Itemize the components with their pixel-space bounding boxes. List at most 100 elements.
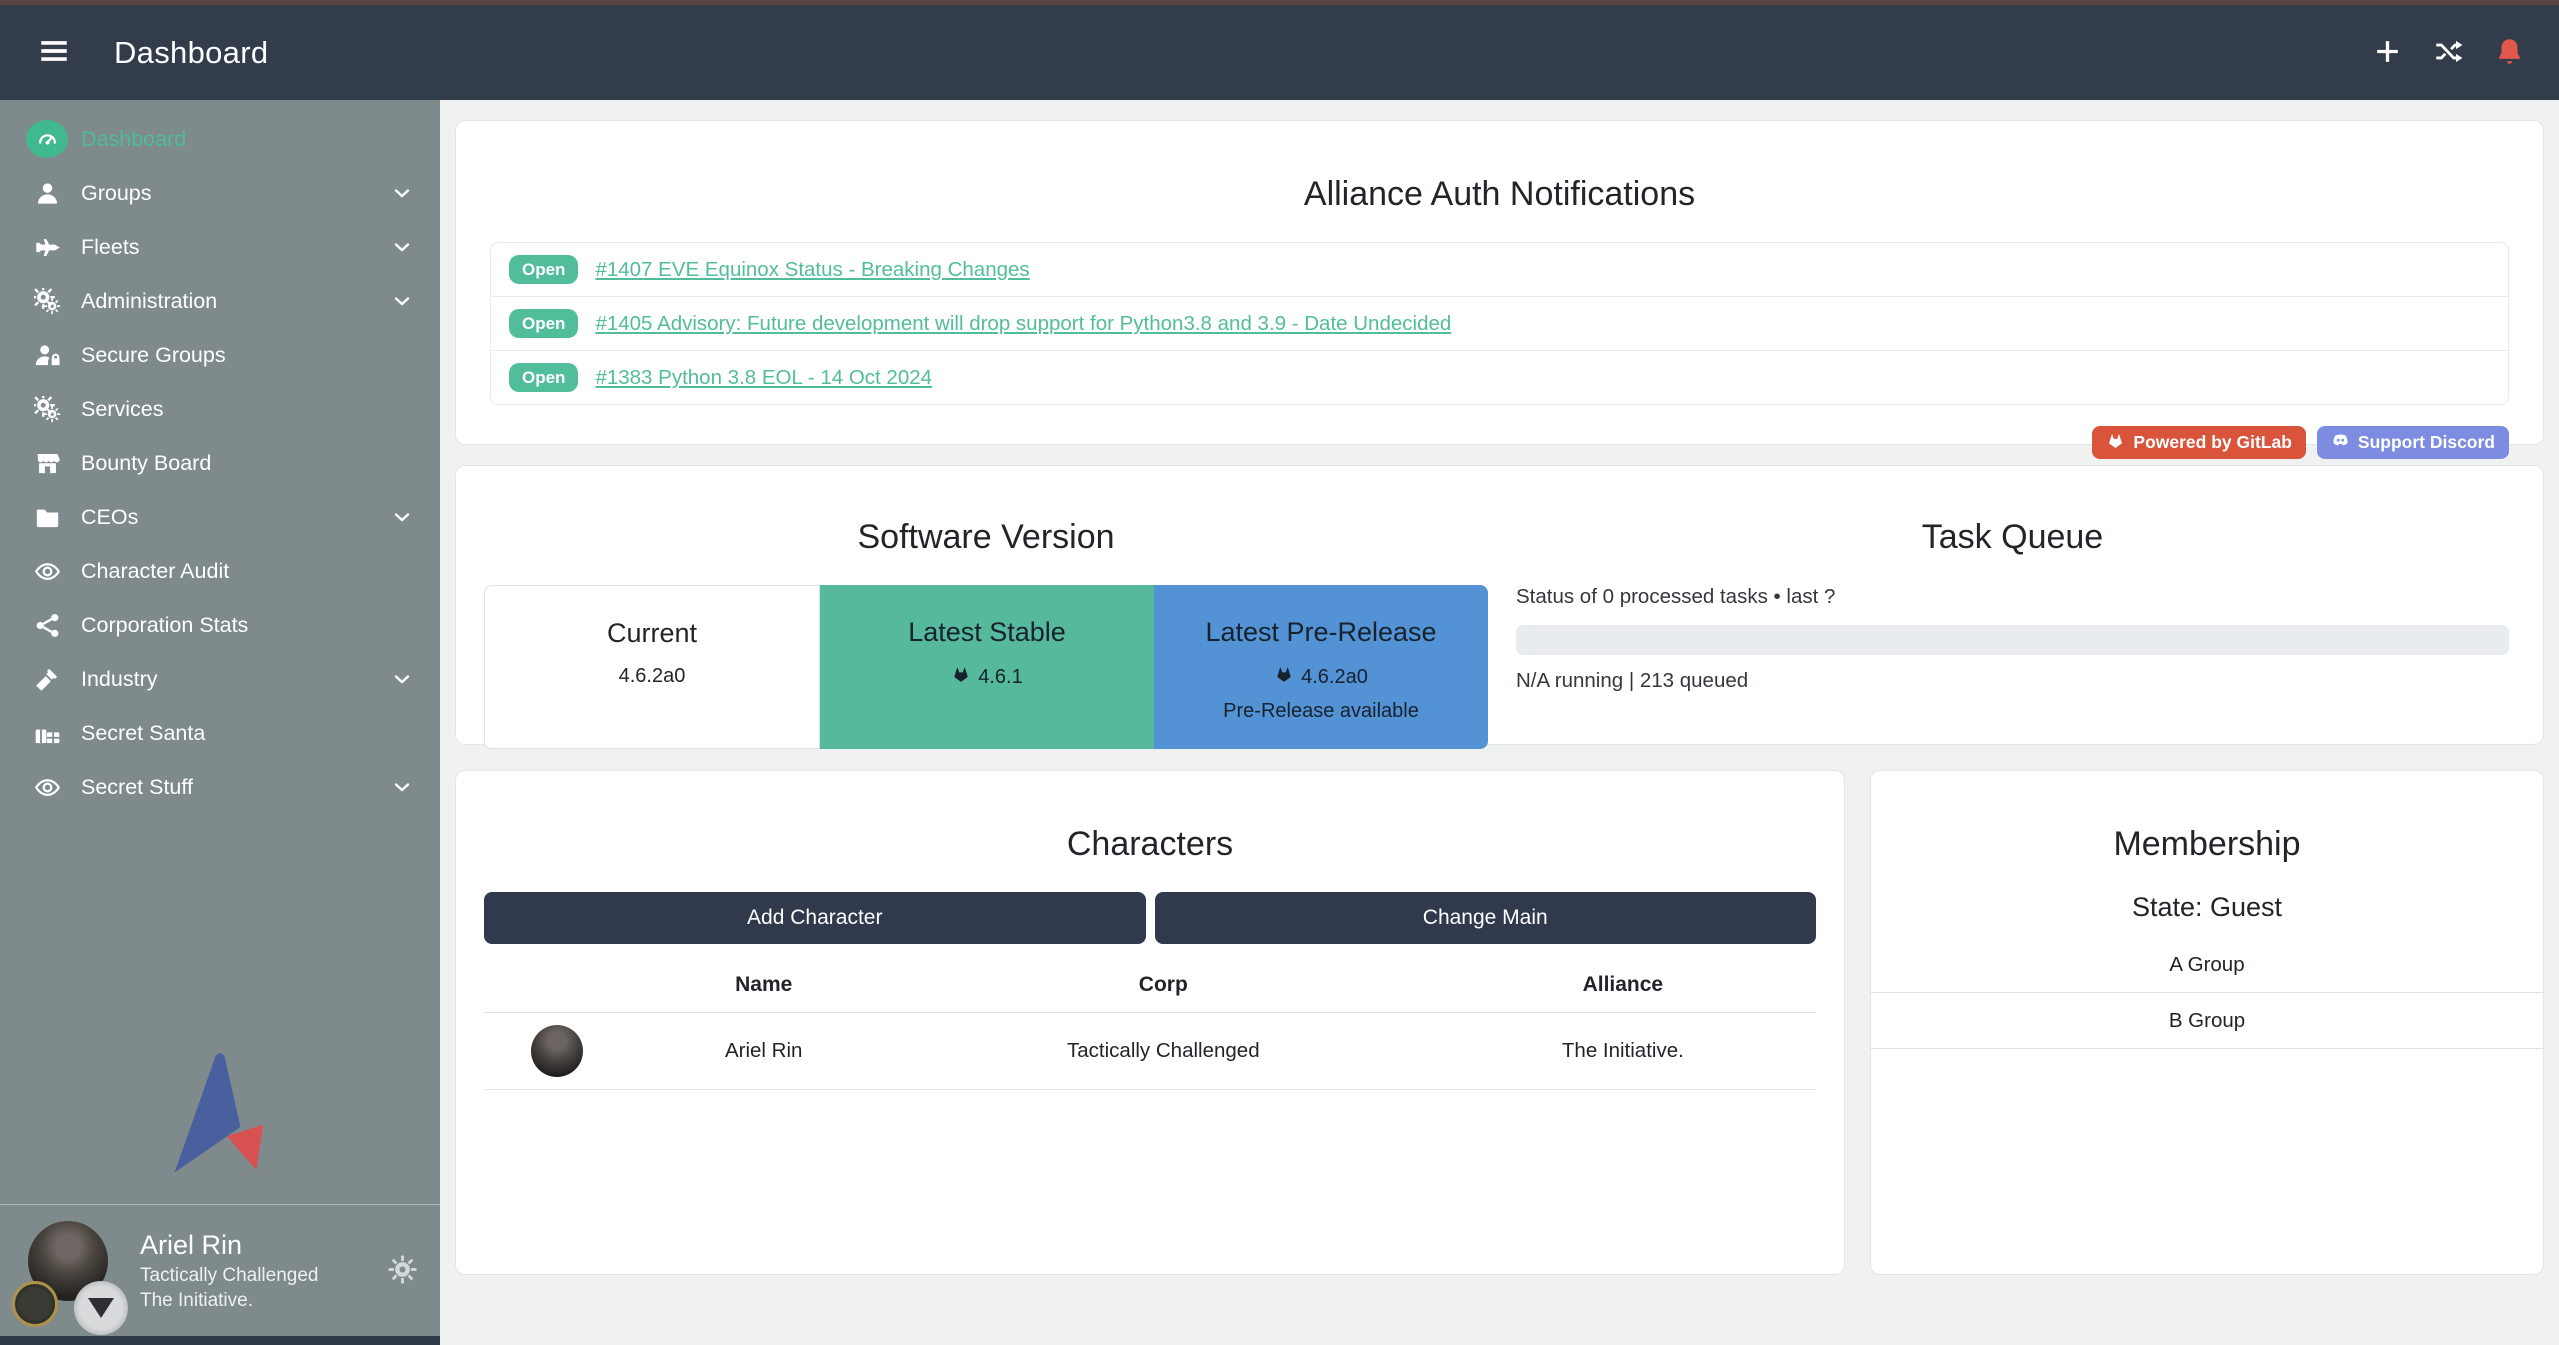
navbar-actions <box>2372 36 2525 70</box>
version-cell-prerelease: Latest Pre-Release 4.6.2a0 Pre-Release a… <box>1154 585 1488 749</box>
user-corp: Tactically Challenged <box>140 1263 319 1288</box>
characters-table: Name Corp Alliance Ariel Rin Tactically … <box>484 956 1816 1090</box>
sidebar-item-administration[interactable]: Administration <box>0 274 440 328</box>
status-badge: Open <box>509 309 578 338</box>
character-switch-button[interactable] <box>2433 36 2464 70</box>
sidebar-item-label: Groups <box>81 181 152 206</box>
chevron-down-icon <box>390 235 414 259</box>
version-cell-stable: Latest Stable 4.6.1 <box>820 585 1154 749</box>
notification-link[interactable]: #1405 Advisory: Future development will … <box>595 312 1451 336</box>
top-accent-strip <box>0 0 2559 5</box>
status-badge: Open <box>509 363 578 392</box>
sidebar-item-label: CEOs <box>81 505 138 530</box>
alliance-column-header: Alliance <box>1430 956 1816 1013</box>
version-number: 4.6.2a0 <box>619 665 686 688</box>
sidebar-item-dashboard[interactable]: Dashboard <box>0 112 440 166</box>
user-avatar-group <box>22 1219 114 1323</box>
gear-icon <box>387 1254 418 1288</box>
folder-icon <box>26 504 68 531</box>
list-item: B Group <box>1871 993 2543 1049</box>
character-name-cell: Ariel Rin <box>631 1013 897 1090</box>
name-column-header: Name <box>631 956 897 1013</box>
share-nodes-icon <box>26 612 68 639</box>
main-content: Alliance Auth Notifications Open #1407 E… <box>440 100 2559 1345</box>
sidebar-item-bounty-board[interactable]: Bounty Board <box>0 436 440 490</box>
sidebar-item-services[interactable]: Services <box>0 382 440 436</box>
sidebar-item-label: Corporation Stats <box>81 613 248 638</box>
list-item: A Group <box>1871 937 2543 993</box>
sidebar-item-character-audit[interactable]: Character Audit <box>0 544 440 598</box>
sidebar-item-industry[interactable]: Industry <box>0 652 440 706</box>
characters-table-header: Name Corp Alliance <box>484 956 1816 1013</box>
version-cell-label: Current <box>485 618 819 649</box>
add-character-button[interactable]: Add Character <box>484 892 1146 944</box>
discord-badge-label: Support Discord <box>2358 432 2495 453</box>
sidebar-toggle-button[interactable] <box>34 33 74 73</box>
sidebar-item-fleets[interactable]: Fleets <box>0 220 440 274</box>
hammer-icon <box>26 666 68 693</box>
notifications-title: Alliance Auth Notifications <box>490 175 2509 214</box>
gitlab-icon <box>1274 664 1294 690</box>
notifications-footer: Powered by GitLab Support Discord <box>490 426 2509 459</box>
notification-link[interactable]: #1383 Python 3.8 EOL - 14 Oct 2024 <box>595 366 932 390</box>
character-corp-cell: Tactically Challenged <box>897 1013 1430 1090</box>
gauge-icon <box>26 120 68 158</box>
version-number: 4.6.2a0 <box>1301 666 1368 689</box>
membership-card: Membership State: Guest A Group B Group <box>1870 770 2544 1275</box>
chevron-down-icon <box>390 505 414 529</box>
bell-icon <box>2494 36 2525 70</box>
user-lock-icon <box>26 342 68 369</box>
jet-fighter-icon <box>26 234 68 261</box>
corp-logo-badge <box>12 1281 58 1327</box>
status-badge: Open <box>509 255 578 284</box>
gears-icon <box>26 396 68 423</box>
user-settings-button[interactable] <box>387 1254 418 1288</box>
sidebar-item-label: Industry <box>81 667 157 692</box>
chevron-down-icon <box>390 181 414 205</box>
software-version-section: Software Version Current 4.6.2a0 Latest … <box>456 490 1516 720</box>
eye-icon <box>26 558 68 585</box>
person-icon <box>26 180 68 207</box>
discord-badge-link[interactable]: Support Discord <box>2317 426 2509 459</box>
chevron-down-icon <box>390 775 414 799</box>
characters-title: Characters <box>484 825 1816 864</box>
version-cell-label: Latest Pre-Release <box>1154 617 1488 648</box>
notifications-button[interactable] <box>2494 36 2525 70</box>
character-alliance-cell: The Initiative. <box>1430 1013 1816 1090</box>
hamburger-icon <box>37 34 71 71</box>
notification-link[interactable]: #1407 EVE Equinox Status - Breaking Chan… <box>595 258 1029 282</box>
sidebar-item-label: Secret Stuff <box>81 775 193 800</box>
sidebar-item-ceos[interactable]: CEOs <box>0 490 440 544</box>
shuffle-icon <box>2433 36 2464 70</box>
character-portrait <box>531 1025 583 1077</box>
sidebar-item-label: Secure Groups <box>81 343 226 368</box>
sidebar-item-corporation-stats[interactable]: Corporation Stats <box>0 598 440 652</box>
sidebar-item-label: Administration <box>81 289 217 314</box>
task-queue-progressbar <box>1516 625 2509 655</box>
task-queue-counts: N/A running | 213 queued <box>1516 669 2509 693</box>
change-main-button[interactable]: Change Main <box>1155 892 1817 944</box>
top-navbar: Dashboard <box>0 5 2559 100</box>
user-info: Ariel Rin Tactically Challenged The Init… <box>140 1228 319 1314</box>
add-button[interactable] <box>2372 36 2403 70</box>
gitlab-badge-label: Powered by GitLab <box>2133 432 2292 453</box>
gears-icon <box>26 288 68 315</box>
sidebar-item-secure-groups[interactable]: Secure Groups <box>0 328 440 382</box>
membership-state: State: Guest <box>1871 892 2543 923</box>
sidebar-item-secret-stuff[interactable]: Secret Stuff <box>0 760 440 814</box>
sidebar-item-label: Services <box>81 397 163 422</box>
gitlab-badge-link[interactable]: Powered by GitLab <box>2092 426 2306 459</box>
prerelease-note: Pre-Release available <box>1154 700 1488 723</box>
sidebar-item-label: Character Audit <box>81 559 229 584</box>
chevron-down-icon <box>390 667 414 691</box>
notification-row: Open #1405 Advisory: Future development … <box>491 296 2508 350</box>
task-queue-section: Task Queue Status of 0 processed tasks •… <box>1516 490 2543 720</box>
sidebar-item-groups[interactable]: Groups <box>0 166 440 220</box>
notifications-card: Alliance Auth Notifications Open #1407 E… <box>455 120 2544 445</box>
task-queue-status: Status of 0 processed tasks • last ? <box>1516 585 2509 609</box>
notification-row: Open #1383 Python 3.8 EOL - 14 Oct 2024 <box>491 350 2508 404</box>
shop-icon <box>26 450 68 477</box>
software-version-title: Software Version <box>484 518 1488 557</box>
eye-icon <box>26 774 68 801</box>
sidebar-item-secret-santa[interactable]: Secret Santa <box>0 706 440 760</box>
